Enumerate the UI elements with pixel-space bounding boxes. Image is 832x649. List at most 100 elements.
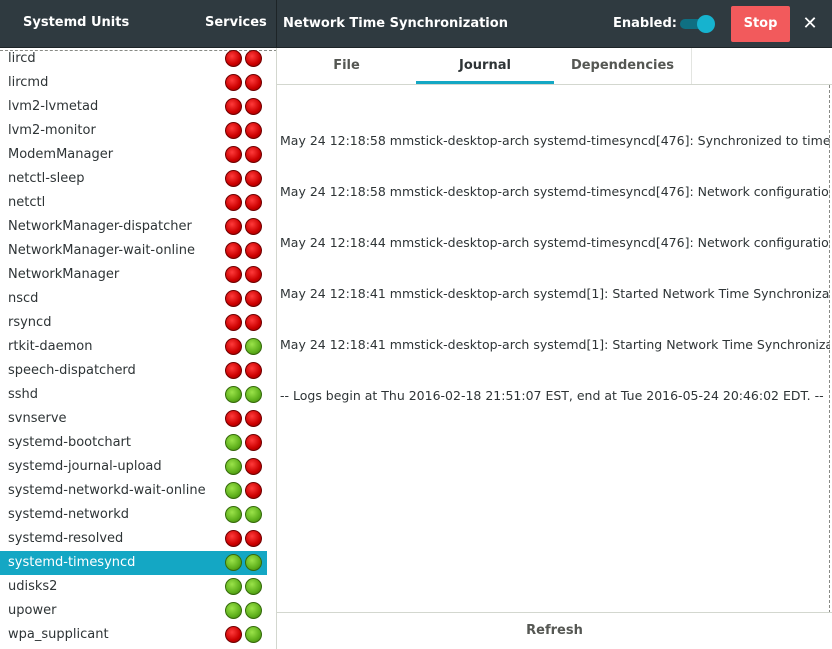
active-status-red-icon <box>225 242 242 259</box>
footer: Refresh <box>277 612 832 649</box>
unit-name: svnserve <box>8 411 67 426</box>
unit-row-networkmanager[interactable]: NetworkManager <box>0 263 267 287</box>
unit-status-indicators <box>225 434 265 452</box>
enabled-label: Enabled: <box>613 16 677 31</box>
active-status-green-icon <box>225 434 242 451</box>
enabled-status-green-icon <box>245 578 262 595</box>
unit-status-indicators <box>225 242 265 260</box>
enabled-status-red-icon <box>245 242 262 259</box>
unit-name: lircmd <box>8 75 49 90</box>
unit-name: netctl <box>8 195 46 210</box>
unit-row-systemd-networkd-wait-online[interactable]: systemd-networkd-wait-online <box>0 479 267 503</box>
unit-row-systemd-resolved[interactable]: systemd-resolved <box>0 527 267 551</box>
enabled-status-red-icon <box>245 194 262 211</box>
journal-line: May 24 12:18:41 mmstick-desktop-arch sys… <box>280 337 830 352</box>
unit-status-indicators <box>225 458 265 476</box>
journal-line: May 24 12:18:58 mmstick-desktop-arch sys… <box>280 133 830 148</box>
enabled-status-red-icon <box>245 290 262 307</box>
unit-status-indicators <box>225 338 265 356</box>
enabled-status-red-icon <box>245 98 262 115</box>
header-bar: Systemd Units Services Network Time Sync… <box>0 0 832 48</box>
toggle-knob <box>697 15 715 33</box>
active-status-red-icon <box>225 74 242 91</box>
unit-name: upower <box>8 603 57 618</box>
unit-status-indicators <box>225 578 265 596</box>
unit-row-upower[interactable]: upower <box>0 599 267 623</box>
active-status-red-icon <box>225 626 242 643</box>
active-status-red-icon <box>225 98 242 115</box>
active-status-red-icon <box>225 530 242 547</box>
unit-name: systemd-networkd <box>8 507 129 522</box>
unit-name: ModemManager <box>8 147 114 162</box>
tab-divider <box>691 48 692 84</box>
active-status-red-icon <box>225 122 242 139</box>
unit-name: sshd <box>8 387 39 402</box>
unit-row-systemd-timesyncd[interactable]: systemd-timesyncd <box>0 551 267 575</box>
active-status-red-icon <box>225 194 242 211</box>
unit-status-indicators <box>225 74 265 92</box>
unit-status-indicators <box>225 506 265 524</box>
unit-status-indicators <box>225 410 265 428</box>
enabled-status-green-icon <box>245 506 262 523</box>
unit-name: systemd-timesyncd <box>8 555 136 570</box>
active-status-red-icon <box>225 170 242 187</box>
enabled-status-red-icon <box>245 410 262 427</box>
refresh-button[interactable]: Refresh <box>277 613 832 649</box>
unit-row-speech-dispatcherd[interactable]: speech-dispatcherd <box>0 359 267 383</box>
active-status-green-icon <box>225 602 242 619</box>
unit-row-modemmanager[interactable]: ModemManager <box>0 143 267 167</box>
unit-row-lircmd[interactable]: lircmd <box>0 71 267 95</box>
unit-row-systemd-journal-upload[interactable]: systemd-journal-upload <box>0 455 267 479</box>
enabled-status-green-icon <box>245 338 262 355</box>
unit-row-netctl-sleep[interactable]: netctl-sleep <box>0 167 267 191</box>
unit-row-systemd-bootchart[interactable]: systemd-bootchart <box>0 431 267 455</box>
tab-file[interactable]: File <box>277 48 416 84</box>
tab-journal[interactable]: Journal <box>416 48 554 84</box>
active-status-green-icon <box>225 506 242 523</box>
active-status-red-icon <box>225 50 242 67</box>
unit-status-indicators <box>225 146 265 164</box>
unit-name: rsyncd <box>8 315 52 330</box>
unit-row-networkmanager-wait-online[interactable]: NetworkManager-wait-online <box>0 239 267 263</box>
unit-row-lvm2-lvmetad[interactable]: lvm2-lvmetad <box>0 95 267 119</box>
stop-button[interactable]: Stop <box>731 6 790 42</box>
enabled-status-red-icon <box>245 170 262 187</box>
unit-status-indicators <box>225 530 265 548</box>
unit-row-networkmanager-dispatcher[interactable]: NetworkManager-dispatcher <box>0 215 267 239</box>
unit-row-rtkit-daemon[interactable]: rtkit-daemon <box>0 335 267 359</box>
unit-row-udisks2[interactable]: udisks2 <box>0 575 267 599</box>
unit-name: NetworkManager-dispatcher <box>8 219 192 234</box>
unit-row-svnserve[interactable]: svnserve <box>0 407 267 431</box>
unit-status-indicators <box>225 362 265 380</box>
enabled-status-red-icon <box>245 530 262 547</box>
unit-row-lircd[interactable]: lircd <box>0 48 267 71</box>
unit-row-rsyncd[interactable]: rsyncd <box>0 311 267 335</box>
enabled-status-red-icon <box>245 74 262 91</box>
sidebar-title: Systemd Units <box>23 15 130 30</box>
unit-name: netctl-sleep <box>8 171 85 186</box>
enabled-status-red-icon <box>245 482 262 499</box>
window-title: Network Time Synchronization <box>283 16 508 31</box>
active-status-green-icon <box>225 386 242 403</box>
enabled-toggle[interactable] <box>680 15 716 33</box>
unit-list[interactable]: lircd lircmd lvm2-lvmetad lvm2-monitor Modem… <box>0 48 277 649</box>
tab-dependencies[interactable]: Dependencies <box>554 48 691 84</box>
unit-row-nscd[interactable]: nscd <box>0 287 267 311</box>
active-status-red-icon <box>225 410 242 427</box>
unit-row-netctl[interactable]: netctl <box>0 191 267 215</box>
unit-name: rtkit-daemon <box>8 339 93 354</box>
unit-row-systemd-networkd[interactable]: systemd-networkd <box>0 503 267 527</box>
active-status-red-icon <box>225 338 242 355</box>
unit-row-lvm2-monitor[interactable]: lvm2-monitor <box>0 119 267 143</box>
unit-status-indicators <box>225 386 265 404</box>
close-icon[interactable]: ✕ <box>800 13 820 35</box>
unit-name: lvm2-monitor <box>8 123 96 138</box>
main-pane: File Journal Dependencies May 24 12:18:5… <box>277 48 832 649</box>
active-status-red-icon <box>225 218 242 235</box>
enabled-status-red-icon <box>245 146 262 163</box>
unit-row-sshd[interactable]: sshd <box>0 383 267 407</box>
unit-row-wpa-supplicant[interactable]: wpa_supplicant <box>0 623 267 647</box>
unit-name: wpa_supplicant <box>8 627 109 642</box>
services-label[interactable]: Services <box>205 15 267 30</box>
journal-log[interactable]: May 24 12:18:58 mmstick-desktop-arch sys… <box>277 98 830 608</box>
